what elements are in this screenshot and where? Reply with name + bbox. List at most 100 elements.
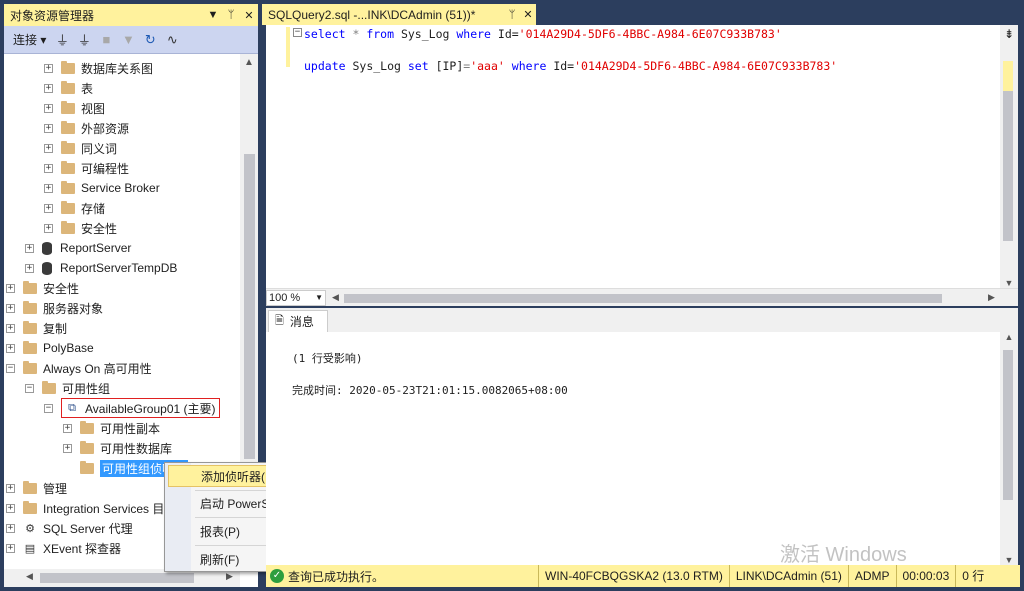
activity-monitor-icon[interactable]: ∿ (163, 31, 181, 49)
scroll-down-arrow-icon[interactable]: ▼ (1000, 278, 1018, 288)
query-editor[interactable]: − select * from Sys_Log where Id='014A29… (266, 25, 1018, 288)
close-icon[interactable]: ✕ (240, 9, 258, 22)
close-icon[interactable]: ✕ (520, 8, 536, 21)
editor-vertical-scrollbar[interactable]: ▼ (1000, 25, 1018, 288)
results-vertical-scrollbar[interactable]: ▲ ▼ (1000, 332, 1018, 565)
expand-icon[interactable]: + (25, 243, 34, 253)
scroll-down-arrow-icon[interactable]: ▼ (1000, 555, 1018, 565)
collapse-icon[interactable]: − (44, 403, 53, 413)
tree-node[interactable]: + 数据库关系图 (44, 58, 153, 78)
code-line-1[interactable]: select * from Sys_Log where Id='014A29D4… (304, 25, 782, 43)
tree-node-label: 安全性 (43, 281, 80, 296)
results-messages-pane[interactable]: (1 行受影响) 完成时间: 2020-05-23T21:01:15.00820… (266, 332, 1000, 565)
tree-node[interactable]: + 表 (44, 78, 93, 98)
tree-node[interactable]: + 安全性 (44, 218, 117, 238)
collapse-icon[interactable]: − (25, 383, 34, 393)
status-login: LINK\DCAdmin (51) (728, 565, 848, 587)
tree-node-label: 可编程性 (81, 161, 130, 176)
tree-node[interactable]: + 服务器对象 (6, 298, 103, 318)
tree-node[interactable]: − ⧉ AvailableGroup01 (主要) (44, 398, 220, 418)
tree-node[interactable]: + 复制 (6, 318, 67, 338)
window-position-dropdown-icon[interactable]: ▼ (204, 9, 222, 21)
tree-node[interactable]: + ReportServer (25, 238, 131, 258)
scrollbar-thumb[interactable] (1003, 61, 1013, 241)
expand-icon[interactable]: + (44, 63, 53, 73)
expand-icon[interactable]: + (63, 443, 72, 453)
folder-icon (80, 420, 94, 434)
tree-node[interactable]: + 视图 (44, 98, 105, 118)
tree-node[interactable]: + PolyBase (6, 338, 94, 358)
tree-node[interactable]: + 可用性副本 (63, 418, 160, 438)
tree-node[interactable]: + 安全性 (6, 278, 79, 298)
expand-icon[interactable]: + (6, 323, 15, 333)
tab-messages[interactable]: 🗎 消息 (268, 310, 328, 332)
tree-node[interactable]: + Integration Services 目录 (6, 498, 176, 518)
tree-node[interactable]: + 外部资源 (44, 118, 129, 138)
expand-icon[interactable]: + (44, 83, 53, 93)
scroll-left-arrow-icon[interactable]: ◀ (26, 571, 33, 582)
connect-button[interactable]: 连接 ▾ (10, 31, 49, 48)
expand-icon[interactable]: + (6, 523, 15, 533)
expand-icon[interactable]: + (6, 483, 15, 493)
expand-icon[interactable]: + (6, 543, 15, 553)
scroll-up-arrow-icon[interactable]: ▲ (240, 54, 258, 72)
tree-node-label: Service Broker (81, 181, 160, 195)
tree-node-label: 视图 (81, 101, 106, 116)
code-line-2[interactable]: update Sys_Log set [IP]='aaa' where Id='… (304, 57, 837, 75)
tree-node[interactable]: + 管理 (6, 478, 67, 498)
tree-node[interactable]: − Always On 高可用性 (6, 358, 152, 378)
collapse-region-icon[interactable]: − (293, 28, 302, 37)
pin-icon[interactable]: ᛘ (222, 9, 240, 21)
messages-icon: 🗎 (275, 315, 284, 327)
tree-node-label: AvailableGroup01 (主要) (85, 401, 216, 416)
expand-icon[interactable]: + (44, 183, 53, 193)
tree-node[interactable]: + ▤ XEvent 探查器 (6, 538, 121, 558)
scrollbar-thumb[interactable] (244, 154, 255, 459)
folder-icon (23, 360, 37, 374)
expand-icon[interactable]: + (44, 223, 53, 233)
editor-gutter (266, 25, 290, 288)
tree-node-label: Always On 高可用性 (43, 361, 152, 376)
scroll-position-marker (1003, 61, 1013, 91)
expand-icon[interactable]: + (44, 163, 53, 173)
tree-node[interactable]: + ⚙ SQL Server 代理 (6, 518, 133, 538)
tree-node[interactable]: + 同义词 (44, 138, 117, 158)
connect-plug-icon[interactable]: ⏚ (53, 31, 71, 49)
scrollbar-thumb[interactable] (344, 294, 942, 303)
scrollbar-thumb[interactable] (40, 573, 194, 583)
status-rows: 0 行 (955, 565, 990, 587)
expand-icon[interactable]: + (6, 503, 15, 513)
scroll-right-arrow-icon[interactable]: ▶ (226, 571, 233, 582)
scroll-up-arrow-icon[interactable]: ▲ (1000, 332, 1018, 342)
tree-node[interactable]: + ReportServerTempDB (25, 258, 177, 278)
tree-node[interactable]: + 存储 (44, 198, 105, 218)
tree-node[interactable]: + 可编程性 (44, 158, 129, 178)
collapse-icon[interactable]: − (6, 363, 15, 373)
expand-icon[interactable]: + (6, 343, 15, 353)
scrollbar-thumb[interactable] (1003, 350, 1013, 500)
expand-icon[interactable]: + (44, 143, 53, 153)
tree-node[interactable]: + 可用性数据库 (63, 438, 172, 458)
disconnect-plug-icon[interactable]: ⏚ (75, 31, 93, 49)
zoom-select[interactable]: 100 % ▼ (266, 290, 326, 306)
stop-icon[interactable]: ■ (97, 31, 115, 49)
tree-node[interactable]: + Service Broker (44, 178, 160, 198)
message-line: 完成时间: 2020-05-23T21:01:15.0082065+08:00 (292, 384, 568, 397)
filter-icon[interactable]: ▼ (119, 31, 137, 49)
split-editor-icon[interactable]: ⇟ (1000, 25, 1018, 43)
refresh-icon[interactable]: ↻ (141, 31, 159, 49)
expand-icon[interactable]: + (44, 103, 53, 113)
expand-icon[interactable]: + (44, 123, 53, 133)
expand-icon[interactable]: + (6, 303, 15, 313)
expand-icon[interactable]: + (25, 263, 34, 273)
tree-node-label: SQL Server 代理 (43, 521, 133, 536)
pin-icon[interactable]: ᛘ (504, 9, 520, 21)
tree-node-label: 同义词 (81, 141, 118, 156)
scroll-right-arrow-icon[interactable]: ▶ (988, 292, 995, 303)
expand-icon[interactable]: + (63, 423, 72, 433)
expand-icon[interactable]: + (6, 283, 15, 293)
tree-node[interactable]: − 可用性组 (25, 378, 110, 398)
tab-sqlquery2[interactable]: SQLQuery2.sql -...INK\DCAdmin (51))* ᛘ ✕ (262, 4, 536, 25)
scroll-left-arrow-icon[interactable]: ◀ (332, 292, 339, 303)
expand-icon[interactable]: + (44, 203, 53, 213)
